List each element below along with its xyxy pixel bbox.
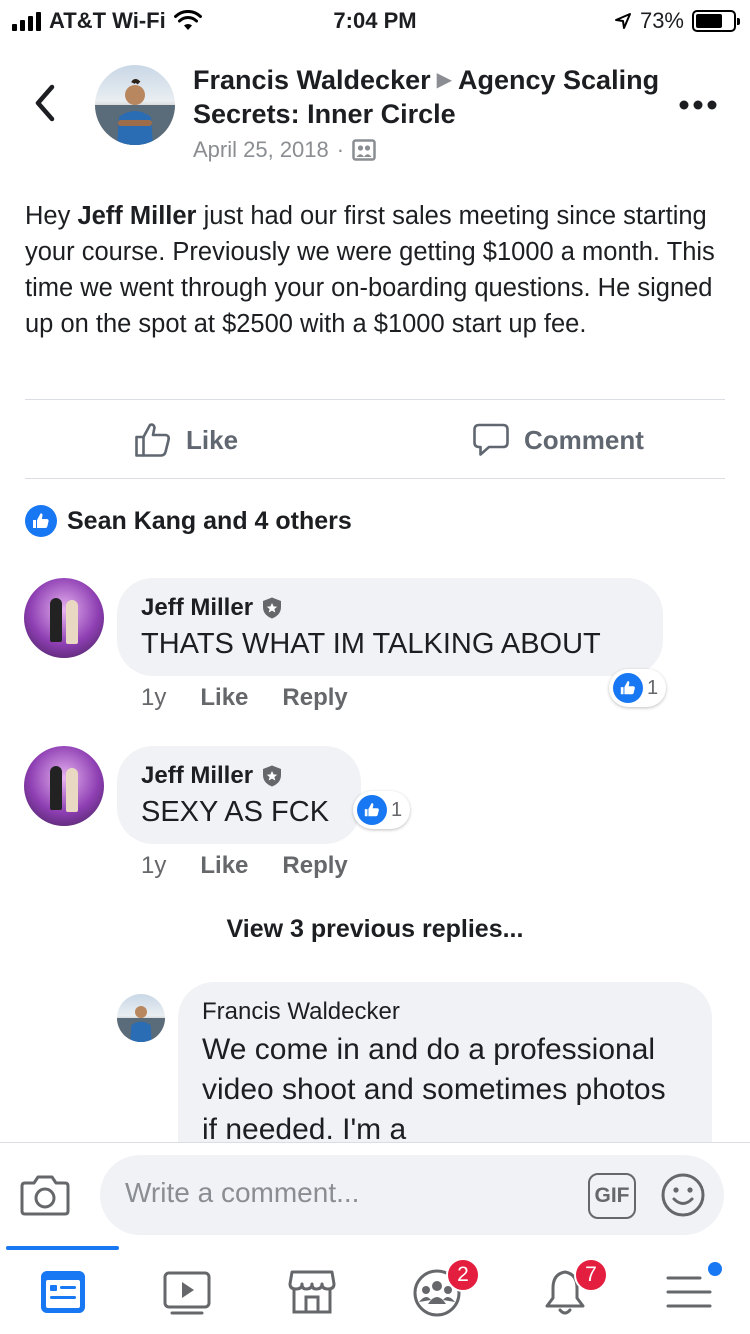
battery-icon: [692, 10, 740, 32]
like-label: Like: [186, 424, 239, 455]
hamburger-menu-icon: [666, 1276, 712, 1308]
notifications-badge: 7: [574, 1258, 608, 1292]
view-previous-replies-link[interactable]: View 3 previous replies...: [0, 915, 750, 944]
comment-reply-button[interactable]: Reply: [282, 852, 347, 880]
group-audience-icon: [352, 139, 376, 161]
status-bar: AT&T Wi-Fi 7:04 PM 73%: [0, 0, 750, 40]
avatar-figure: [50, 598, 62, 642]
admin-shield-icon: [263, 765, 282, 787]
admin-shield-icon: [263, 597, 282, 619]
avatar-figure: [50, 766, 62, 810]
more-options-icon[interactable]: [678, 99, 718, 111]
reply-author-photo: [117, 1006, 165, 1042]
tab-menu[interactable]: [664, 1262, 722, 1320]
author-photo: [95, 79, 175, 145]
avatar-figure: [66, 600, 78, 644]
header-text: Francis Waldecker ▶ Agency Scaling Secrets…: [193, 63, 663, 163]
mention-link[interactable]: Jeff Miller: [77, 202, 196, 230]
comment-bubble[interactable]: Jeff Miller SEXY AS FCK: [117, 746, 361, 844]
tab-groups[interactable]: 2: [412, 1258, 480, 1320]
like-button[interactable]: Like: [134, 422, 238, 458]
camera-icon[interactable]: [20, 1171, 70, 1217]
comment-input[interactable]: Write a comment... GIF: [100, 1155, 724, 1235]
post-header: Francis Waldecker ▶ Agency Scaling Secrets…: [0, 55, 750, 175]
comment-author-name: Jeff Miller: [141, 762, 254, 789]
location-icon: [614, 13, 631, 29]
comment-like-button[interactable]: Like: [200, 852, 248, 880]
avatar-figure: [66, 768, 78, 812]
post-meta: April 25, 2018 ·: [193, 137, 663, 163]
divider-bottom: [25, 478, 725, 479]
comment-author[interactable]: Jeff Miller: [141, 594, 639, 622]
comment-reply-button[interactable]: Reply: [282, 684, 347, 712]
right-arrow-icon: ▶: [436, 69, 452, 91]
reactions-summary[interactable]: Sean Kang and 4 others: [25, 505, 352, 537]
meta-separator: ·: [336, 137, 345, 162]
menu-notification-dot: [708, 1262, 722, 1276]
comment-like-button[interactable]: Like: [200, 684, 248, 712]
commenter-avatar[interactable]: [24, 746, 104, 826]
post-body: Hey Jeff Miller just had our first sales…: [25, 198, 725, 342]
news-feed-icon: [41, 1271, 85, 1313]
comment-time: 1y: [141, 684, 167, 711]
action-bar: Like Comment: [0, 405, 750, 475]
tab-news-feed[interactable]: [38, 1268, 90, 1320]
reaction-count: 1: [391, 798, 403, 821]
reply-text: We come in and do a professional video s…: [202, 1033, 666, 1146]
active-tab-indicator: [6, 1246, 119, 1250]
comment-time: 1y: [141, 852, 167, 879]
like-reaction-icon: [613, 673, 643, 703]
battery-percent: 73%: [639, 8, 684, 33]
author-avatar[interactable]: [95, 65, 175, 145]
comment-meta: 1y Like Reply: [141, 852, 348, 880]
reply-author[interactable]: Francis Waldecker: [202, 998, 688, 1026]
post-title: Francis Waldecker ▶ Agency Scaling Secrets…: [193, 63, 663, 131]
comment-text: SEXY AS FCK: [141, 796, 330, 828]
comment-bubble-icon: [473, 423, 509, 456]
like-reaction-icon: [25, 505, 57, 537]
battery-fill: [696, 14, 723, 28]
comment-meta: 1y Like Reply: [141, 684, 348, 712]
emoji-icon[interactable]: [660, 1172, 706, 1218]
comment-reaction-pill[interactable]: 1: [353, 791, 411, 829]
tab-marketplace[interactable]: [287, 1268, 339, 1320]
thumbs-up-icon: [135, 423, 170, 457]
post-date[interactable]: April 25, 2018: [193, 137, 329, 163]
tab-watch[interactable]: [162, 1268, 214, 1320]
divider-top: [25, 399, 725, 400]
reactions-text: Sean Kang and 4 others: [67, 506, 352, 535]
tab-bar: 2 7: [0, 1246, 750, 1334]
status-right: 73%: [614, 8, 740, 34]
comment-author-name: Jeff Miller: [141, 594, 254, 621]
comment-bubble[interactable]: Jeff Miller THATS WHAT IM TALKING ABOUT: [117, 578, 663, 676]
gif-button[interactable]: GIF: [588, 1173, 636, 1219]
tab-notifications[interactable]: 7: [540, 1258, 608, 1320]
comment-author[interactable]: Jeff Miller: [141, 762, 337, 790]
comment-text: THATS WHAT IM TALKING ABOUT: [141, 628, 601, 660]
groups-badge: 2: [446, 1258, 480, 1292]
like-reaction-icon: [357, 795, 387, 825]
post-text-start: Hey: [25, 202, 78, 230]
reply-author-avatar[interactable]: [117, 994, 165, 1042]
comment-composer: Write a comment... GIF: [0, 1142, 750, 1246]
reaction-count: 1: [647, 676, 659, 699]
back-chevron-icon[interactable]: [28, 81, 64, 125]
comment-reaction-pill[interactable]: 1: [609, 669, 667, 707]
watch-video-icon: [163, 1271, 211, 1315]
comment-input-placeholder: Write a comment...: [125, 1177, 360, 1208]
author-name-link[interactable]: Francis Waldecker: [193, 65, 431, 95]
comment-button[interactable]: Comment: [472, 422, 644, 458]
comment-label: Comment: [524, 424, 644, 455]
commenter-avatar[interactable]: [24, 578, 104, 658]
marketplace-icon: [288, 1270, 336, 1314]
